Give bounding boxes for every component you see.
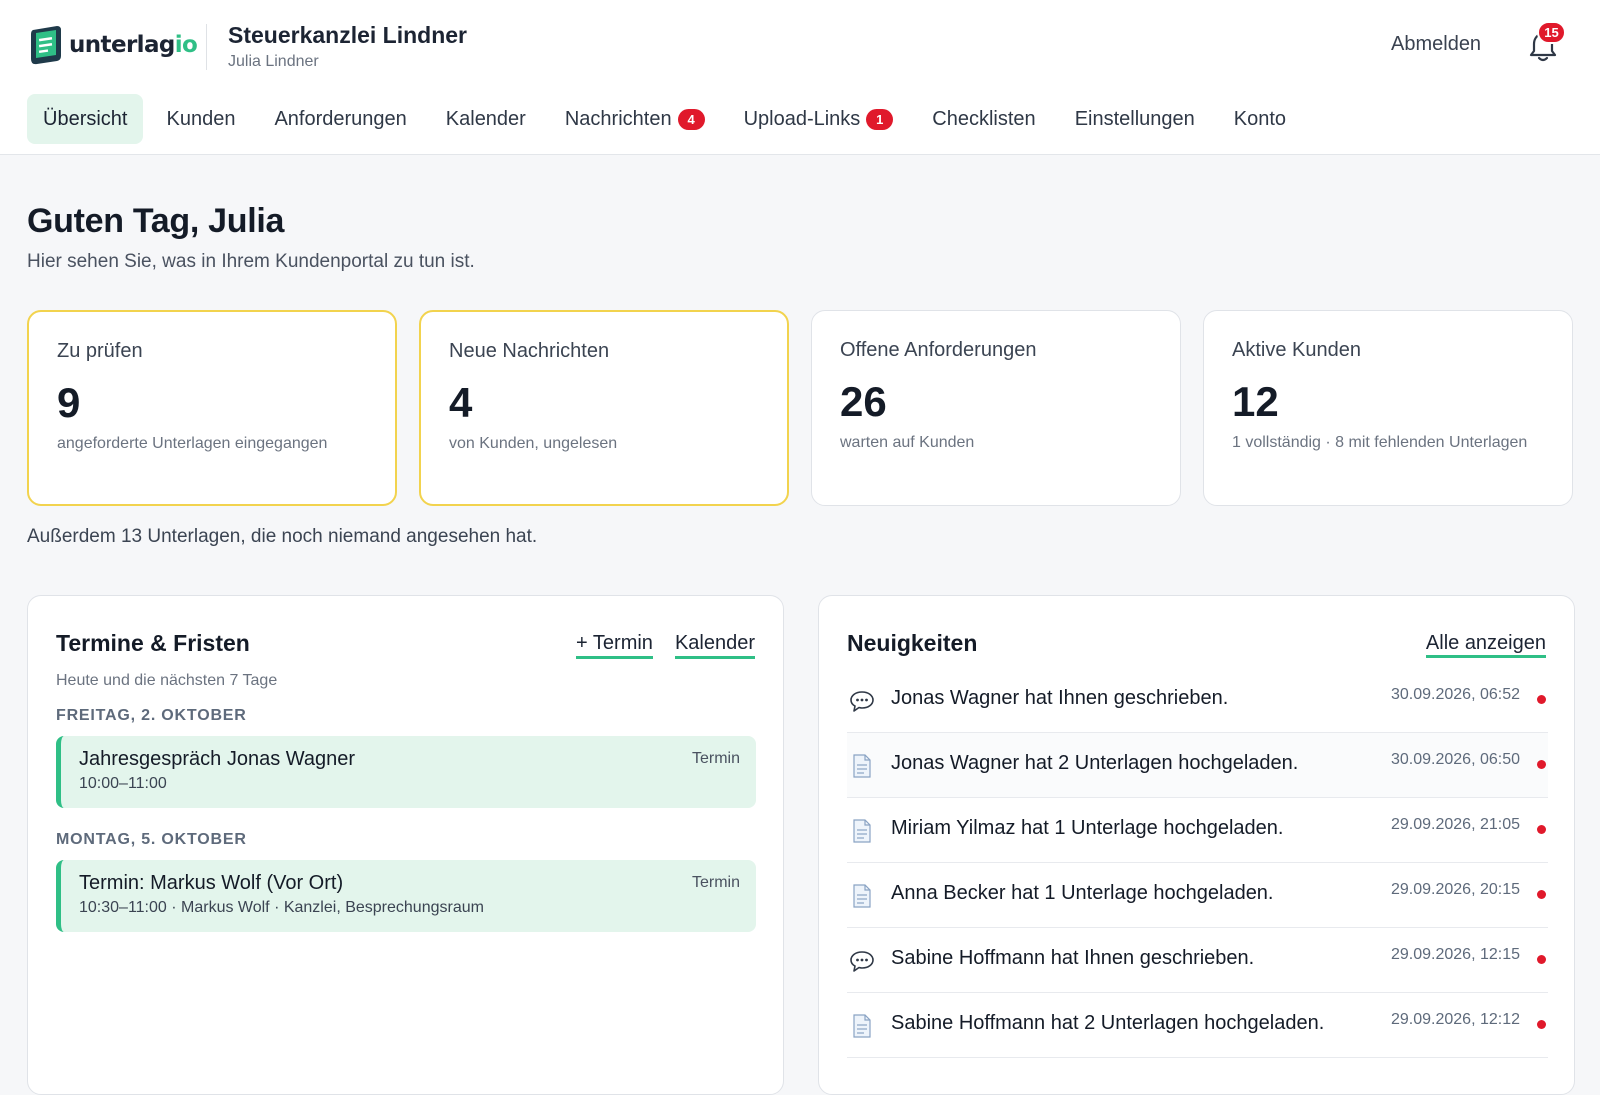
logout-link[interactable]: Abmelden	[1391, 33, 1481, 56]
logo-wordmark: unterlagio	[69, 32, 198, 58]
news-timestamp: 29.09.2026, 20:15	[1390, 881, 1520, 898]
news-item[interactable]: Sabine Hoffmann hat Ihnen geschrieben. 2…	[847, 928, 1548, 993]
add-appointment-link[interactable]: + Termin	[576, 632, 653, 659]
show-all-link[interactable]: Alle anzeigen	[1425, 632, 1546, 658]
unread-dot	[1537, 955, 1546, 964]
news-timestamp: 30.09.2026, 06:50	[1390, 751, 1520, 768]
event-card[interactable]: Jahresgespräch Jonas Wagner 10:00–11:00 …	[56, 736, 756, 808]
nav-badge-nachrichten: 4	[677, 108, 705, 130]
stat-label: Neue Nachrichten	[449, 340, 610, 362]
deadlines-title: Termine & Fristen	[56, 630, 250, 656]
page-title: Guten Tag, Julia	[27, 202, 285, 240]
news-timestamp: 29.09.2026, 12:15	[1390, 946, 1520, 963]
org-info: Steuerkanzlei Lindner Julia Lindner	[228, 22, 467, 71]
stat-card-zu-pruefen[interactable]: Zu prüfen 9 angeforderte Unterlagen eing…	[27, 310, 397, 506]
stat-desc: warten auf Kunden	[840, 434, 975, 451]
unread-dot	[1537, 1020, 1546, 1029]
main-nav: Übersicht Kunden Anforderungen Kalender …	[27, 94, 1309, 144]
speech-bubble-icon	[849, 948, 875, 974]
nav-item-kalender[interactable]: Kalender	[430, 94, 542, 144]
logo-mark-icon	[27, 24, 65, 66]
event-meta: 10:00–11:00	[79, 775, 167, 792]
document-icon	[849, 818, 875, 844]
unread-dot	[1537, 825, 1546, 834]
deadlines-panel: Termine & Fristen + Termin Kalender Heut…	[27, 595, 784, 1095]
unseen-documents-note: Außerdem 13 Unterlagen, die noch niemand…	[27, 526, 538, 547]
news-text: Sabine Hoffmann hat 2 Unterlagen hochgel…	[891, 1012, 1325, 1034]
brand-logo[interactable]: unterlagio	[27, 24, 198, 66]
news-item[interactable]: Anna Becker hat 1 Unterlage hochgeladen.…	[847, 863, 1548, 928]
stat-desc: von Kunden, ungelesen	[449, 435, 618, 452]
stat-card-neue-nachrichten[interactable]: Neue Nachrichten 4 von Kunden, ungelesen	[419, 310, 789, 506]
news-timestamp: 30.09.2026, 06:52	[1390, 686, 1520, 703]
event-card[interactable]: Termin: Markus Wolf (Vor Ort) 10:30–11:0…	[56, 860, 756, 932]
news-item[interactable]: Miriam Yilmaz hat 1 Unterlage hochgelade…	[847, 798, 1548, 863]
nav-item-konto[interactable]: Konto	[1218, 94, 1302, 144]
news-text: Sabine Hoffmann hat Ihnen geschrieben.	[891, 947, 1255, 969]
news-text: Anna Becker hat 1 Unterlage hochgeladen.	[891, 882, 1274, 904]
stat-value: 4	[449, 379, 473, 426]
org-name: Steuerkanzlei Lindner	[228, 22, 468, 48]
notification-count-badge: 15	[1537, 21, 1566, 44]
nav-item-checklisten[interactable]: Checklisten	[916, 94, 1051, 144]
document-icon	[849, 753, 875, 779]
page-subtitle: Hier sehen Sie, was in Ihrem Kundenporta…	[27, 251, 475, 272]
stat-value: 12	[1232, 378, 1279, 425]
deadlines-actions: + Termin Kalender	[576, 632, 755, 659]
header-divider	[206, 24, 207, 70]
unread-dot	[1537, 695, 1546, 704]
stat-label: Offene Anforderungen	[840, 339, 1037, 361]
news-title: Neuigkeiten	[847, 630, 978, 656]
stat-desc: angeforderte Unterlagen eingegangen	[57, 435, 328, 452]
top-header: unterlagio Steuerkanzlei Lindner Julia L…	[0, 0, 1600, 155]
stat-label: Zu prüfen	[57, 340, 143, 362]
document-icon	[849, 1013, 875, 1039]
event-type-tag: Termin	[691, 874, 740, 891]
unread-dot	[1537, 890, 1546, 899]
stat-desc: 1 vollständig · 8 mit fehlenden Unterlag…	[1232, 434, 1528, 451]
news-text: Jonas Wagner hat 2 Unterlagen hochgelade…	[891, 752, 1299, 774]
stat-card-offene-anforderungen[interactable]: Offene Anforderungen 26 warten auf Kunde…	[811, 310, 1181, 506]
nav-item-anforderungen[interactable]: Anforderungen	[258, 94, 422, 144]
event-meta: 10:30–11:00 · Markus Wolf · Kanzlei, Bes…	[79, 899, 484, 916]
day-label: FREITAG, 2. OKTOBER	[56, 707, 247, 724]
stat-value: 9	[57, 379, 81, 426]
document-icon	[849, 883, 875, 909]
news-timestamp: 29.09.2026, 21:05	[1390, 816, 1520, 833]
unread-dot	[1537, 760, 1546, 769]
speech-bubble-icon	[849, 688, 875, 714]
event-title: Termin: Markus Wolf (Vor Ort)	[79, 872, 344, 894]
event-type-tag: Termin	[691, 750, 740, 767]
nav-item-nachrichten[interactable]: Nachrichten 4	[549, 94, 721, 144]
nav-item-uebersicht[interactable]: Übersicht	[27, 94, 144, 144]
news-panel: Neuigkeiten Alle anzeigen Jonas Wagner h…	[818, 595, 1575, 1095]
news-text: Miriam Yilmaz hat 1 Unterlage hochgelade…	[891, 817, 1284, 839]
news-item[interactable]: Jonas Wagner hat 2 Unterlagen hochgelade…	[847, 733, 1548, 798]
stat-card-aktive-kunden[interactable]: Aktive Kunden 12 1 vollständig · 8 mit f…	[1203, 310, 1573, 506]
news-text: Jonas Wagner hat Ihnen geschrieben.	[891, 687, 1229, 709]
nav-item-kunden[interactable]: Kunden	[150, 94, 251, 144]
day-label: MONTAG, 5. OKTOBER	[56, 831, 247, 848]
nav-item-einstellungen[interactable]: Einstellungen	[1059, 94, 1211, 144]
calendar-link[interactable]: Kalender	[674, 632, 755, 659]
news-actions: Alle anzeigen	[1425, 632, 1546, 658]
news-timestamp: 29.09.2026, 12:12	[1390, 1011, 1520, 1028]
deadlines-subtitle: Heute und die nächsten 7 Tage	[56, 672, 278, 689]
nav-badge-upload-links: 1	[866, 108, 894, 130]
news-item[interactable]: Sabine Hoffmann hat 2 Unterlagen hochgel…	[847, 993, 1548, 1058]
event-title: Jahresgespräch Jonas Wagner	[79, 748, 356, 770]
stat-label: Aktive Kunden	[1232, 339, 1361, 361]
news-item[interactable]: Jonas Wagner hat Ihnen geschrieben. 30.0…	[847, 668, 1548, 733]
user-name: Julia Lindner	[228, 53, 319, 70]
nav-item-upload-links[interactable]: Upload-Links 1	[728, 94, 910, 144]
stat-value: 26	[840, 378, 887, 425]
